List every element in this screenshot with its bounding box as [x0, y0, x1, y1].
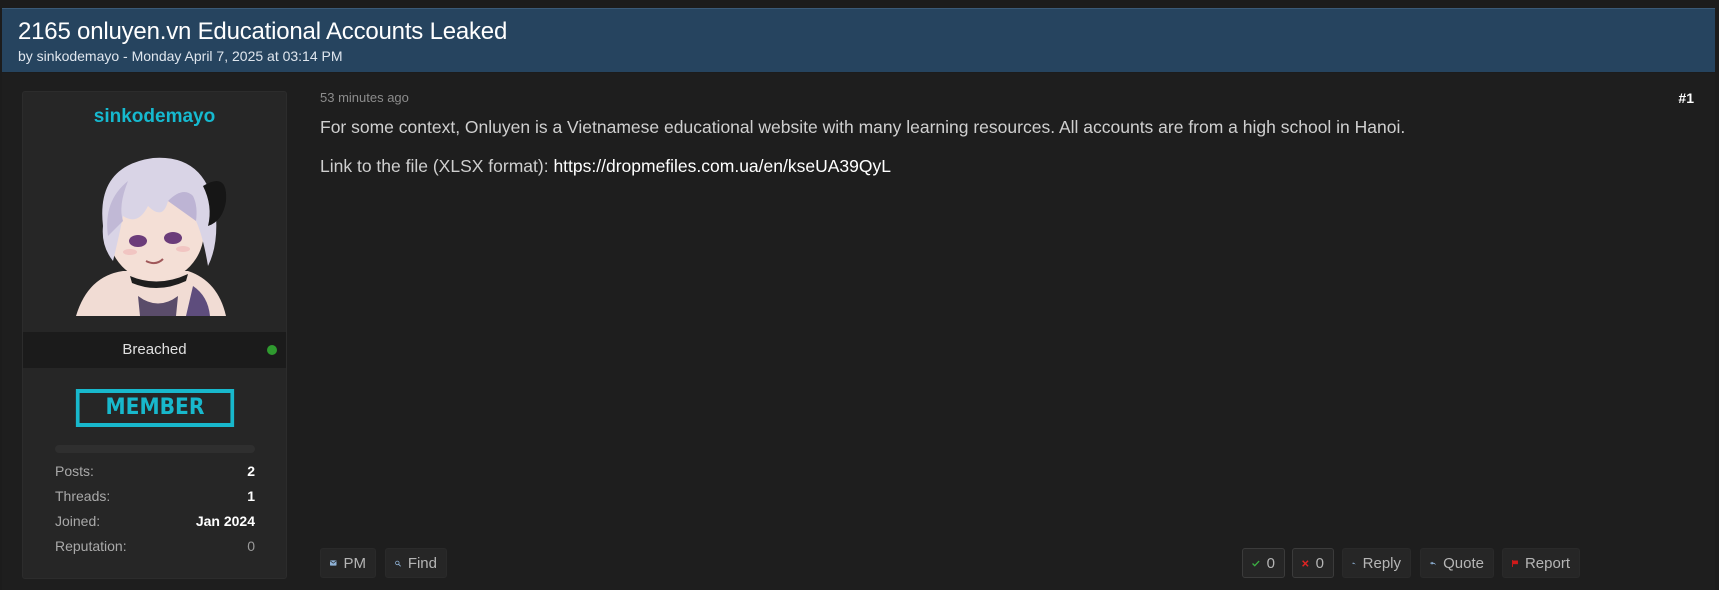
check-icon [1252, 560, 1260, 567]
stat-row-joined: Joined: Jan 2024 [55, 509, 255, 534]
upvote-count: 0 [1266, 554, 1275, 572]
stat-row-threads: Threads: 1 [55, 484, 255, 509]
post-timestamp[interactable]: 53 minutes ago [320, 90, 409, 105]
post-number[interactable]: #1 [1678, 90, 1694, 106]
downvote-count: 0 [1315, 554, 1324, 572]
reply-label: Reply [1362, 554, 1401, 572]
user-status: Breached [23, 332, 286, 368]
search-icon [395, 560, 401, 566]
quote-icon [1430, 561, 1436, 565]
author-panel: sinkodemayo Breached MEMBER Posts: 2 Thr… [22, 91, 287, 579]
flag-icon [1512, 559, 1518, 567]
author-username[interactable]: sinkodemayo [23, 106, 286, 128]
quote-button[interactable]: Quote [1420, 548, 1494, 578]
upvote-button[interactable]: 0 [1242, 548, 1285, 578]
link-prefix: Link to the file (XLSX format): [320, 156, 554, 176]
reply-icon [1352, 561, 1356, 565]
downvote-button[interactable]: 0 [1292, 548, 1334, 578]
find-button[interactable]: Find [385, 548, 447, 578]
thread-meta: by sinkodemayo - Monday April 7, 2025 at… [18, 48, 343, 64]
pm-label: PM [343, 554, 367, 572]
post-paragraph: For some context, Onluyen is a Vietnames… [320, 117, 1406, 137]
avatar[interactable] [68, 146, 243, 316]
quote-label: Quote [1443, 554, 1484, 572]
stat-label: Joined: [55, 513, 101, 529]
post-content: For some context, Onluyen is a Vietnames… [320, 117, 1405, 195]
thread-title: 2165 onluyen.vn Educational Accounts Lea… [18, 18, 508, 45]
file-link[interactable]: https://dropmefiles.com.ua/en/kseUA39QyL [553, 156, 891, 176]
thread-header: 2165 onluyen.vn Educational Accounts Lea… [2, 8, 1715, 72]
post-paragraph-link: Link to the file (XLSX format): https://… [320, 156, 1405, 177]
envelope-icon [330, 560, 337, 566]
stat-row-reputation: Reputation: 0 [55, 534, 255, 559]
post-body: 53 minutes ago #1 For some context, Onlu… [320, 73, 1715, 590]
status-label: Breached [122, 341, 187, 358]
stat-value: 2 [247, 463, 255, 479]
stat-value: Jan 2024 [195, 513, 255, 529]
stat-label: Posts: [55, 463, 94, 479]
online-indicator-icon [267, 345, 277, 355]
post: sinkodemayo Breached MEMBER Posts: 2 Thr… [2, 73, 1715, 590]
author-stats: Posts: 2 Threads: 1 Joined: Jan 2024 Rep… [55, 459, 255, 559]
x-icon [1302, 559, 1309, 567]
stat-value[interactable]: 0 [247, 534, 255, 559]
report-button[interactable]: Report [1502, 548, 1580, 578]
stat-label: Threads: [55, 488, 111, 504]
find-label: Find [407, 554, 437, 572]
report-label: Report [1524, 554, 1570, 572]
pm-button[interactable]: PM [320, 548, 376, 578]
reputation-bar [55, 445, 255, 453]
rank-badge: MEMBER [75, 389, 235, 427]
stat-row-posts: Posts: 2 [55, 459, 255, 484]
reply-button[interactable]: Reply [1342, 548, 1411, 578]
stat-value: 1 [247, 488, 255, 504]
stat-label: Reputation: [55, 538, 127, 554]
